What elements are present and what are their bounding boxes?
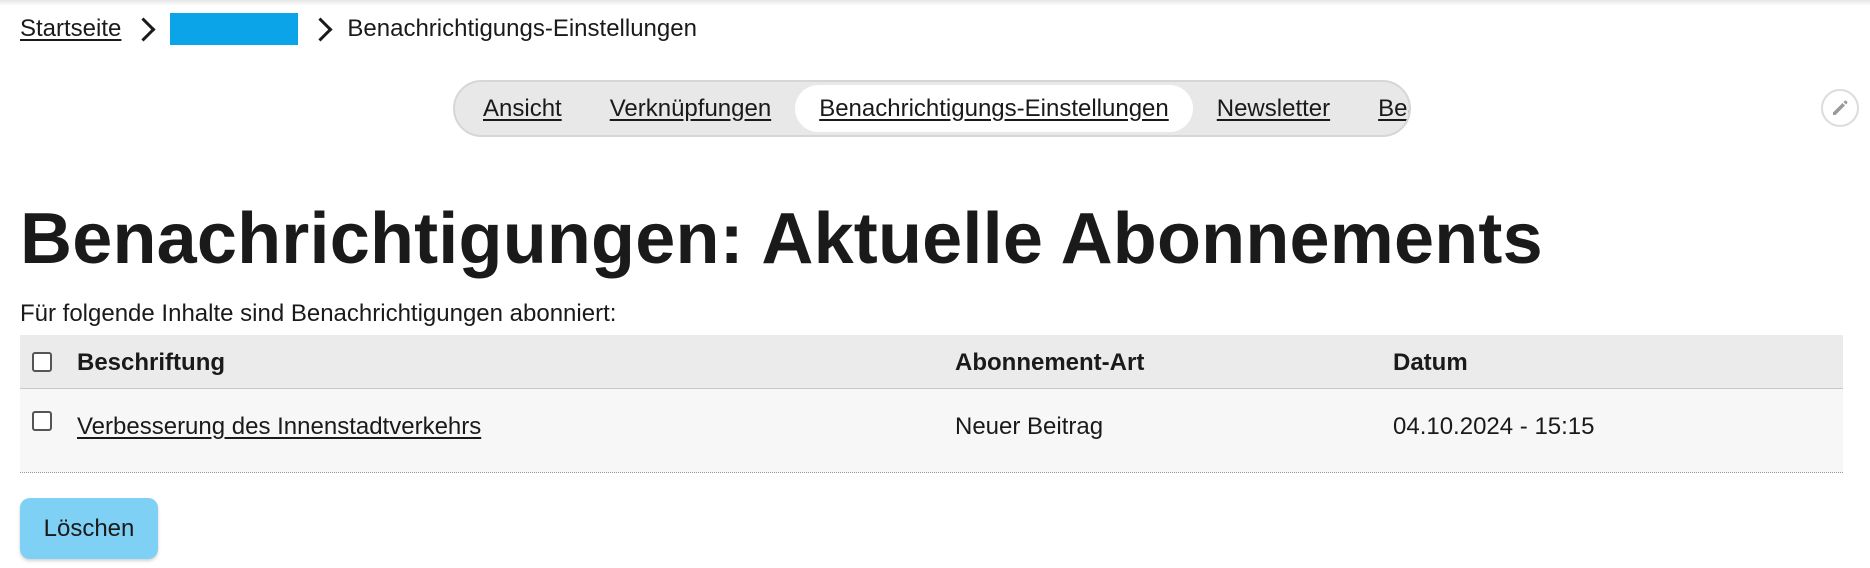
breadcrumb: Startseite Benachrichtigungs-Einstellung… bbox=[20, 12, 697, 46]
table-header: Beschriftung Abonnement-Art Datum bbox=[20, 335, 1843, 389]
row-type: Neuer Beitrag bbox=[955, 413, 1104, 440]
chevron-right-icon bbox=[308, 16, 333, 42]
tab-benachrichtigungs-einstellungen[interactable]: Benachrichtigungs-Einstellungen bbox=[795, 85, 1193, 132]
header-date: Datum bbox=[1393, 349, 1468, 376]
breadcrumb-home-link[interactable]: Startseite bbox=[20, 15, 121, 43]
table-row: Verbesserung des Innenstadtverkehrs Neue… bbox=[20, 389, 1843, 473]
edit-button[interactable] bbox=[1821, 89, 1859, 127]
row-label-link[interactable]: Verbesserung des Innenstadtverkehrs bbox=[77, 413, 481, 440]
subscriptions-table: Beschriftung Abonnement-Art Datum Verbes… bbox=[20, 335, 1843, 473]
row-checkbox[interactable] bbox=[32, 411, 52, 431]
tab-newsletter[interactable]: Newsletter bbox=[1193, 85, 1354, 132]
pencil-icon bbox=[1833, 100, 1848, 115]
chevron-right-icon bbox=[131, 16, 156, 42]
row-label-cell: Verbesserung des Innenstadtverkehrs bbox=[77, 413, 481, 441]
top-shadow bbox=[0, 0, 1870, 6]
delete-button[interactable]: Löschen bbox=[20, 498, 158, 559]
intro-text: Für folgende Inhalte sind Benachrichtigu… bbox=[20, 300, 617, 327]
tab-verknuepfungen[interactable]: Verknüpfungen bbox=[586, 85, 795, 132]
header-label: Beschriftung bbox=[77, 349, 226, 376]
tab-bar: Ansicht Verknüpfungen Benachrichtigungs-… bbox=[453, 80, 1411, 137]
row-date: 04.10.2024 - 15:15 bbox=[1393, 413, 1595, 440]
breadcrumb-redacted-item[interactable] bbox=[170, 13, 299, 45]
header-type: Abonnement-Art bbox=[955, 349, 1145, 376]
tab-bearbeiten[interactable]: Bearbeiten bbox=[1354, 85, 1409, 132]
tab-ansicht[interactable]: Ansicht bbox=[459, 85, 586, 132]
breadcrumb-current: Benachrichtigungs-Einstellungen bbox=[347, 15, 697, 42]
select-all-checkbox[interactable] bbox=[32, 352, 52, 372]
page: Startseite Benachrichtigungs-Einstellung… bbox=[0, 0, 1870, 568]
page-title: Benachrichtigungen: Aktuelle Abonnements bbox=[20, 199, 1543, 279]
